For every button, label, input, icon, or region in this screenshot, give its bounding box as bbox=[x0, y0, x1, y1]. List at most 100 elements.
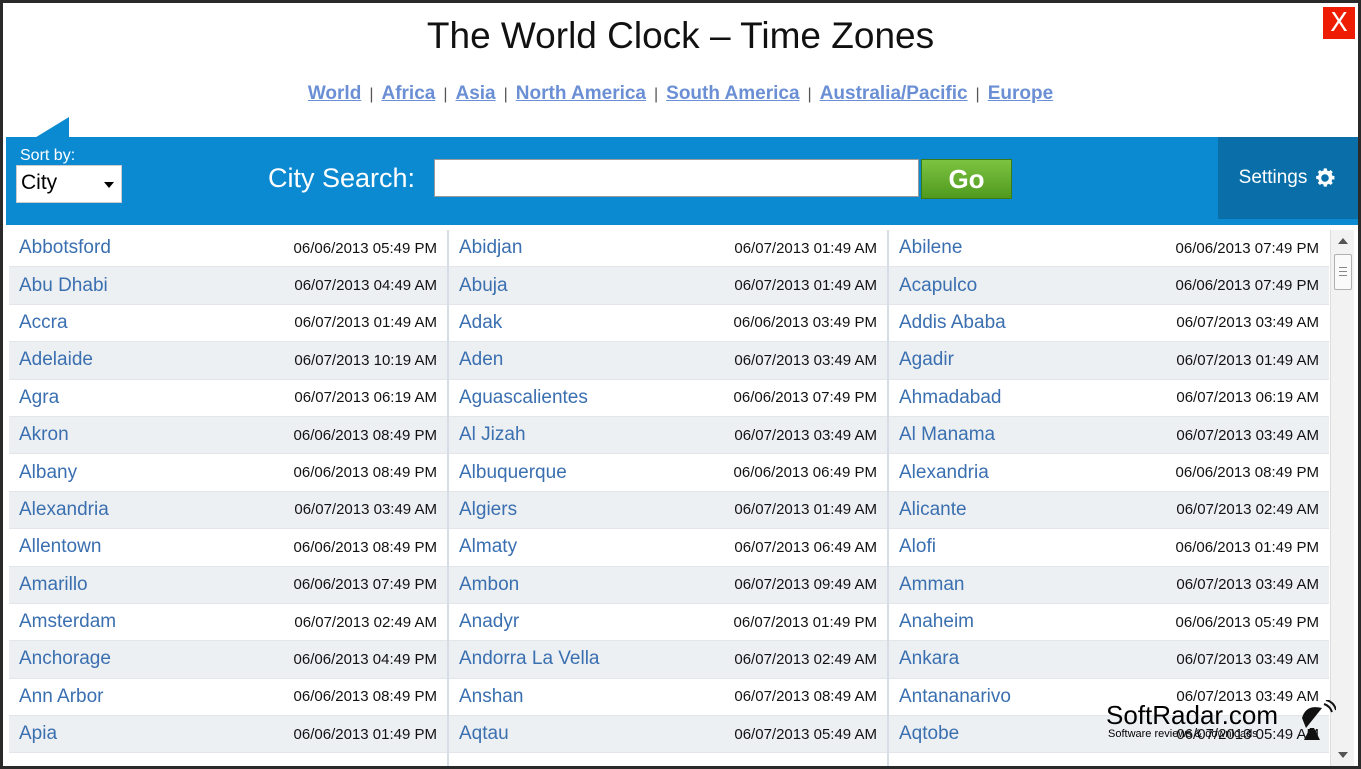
city-name[interactable]: Aqtobe bbox=[899, 723, 959, 745]
city-row[interactable]: Ahmadabad 06/07/2013 06:19 AM bbox=[889, 379, 1329, 417]
city-name[interactable]: Almaty bbox=[459, 536, 517, 558]
city-name[interactable]: Alicante bbox=[899, 499, 967, 521]
city-name[interactable]: Aden bbox=[459, 349, 503, 371]
nav-link-africa[interactable]: Africa bbox=[381, 83, 435, 104]
nav-link-asia[interactable]: Asia bbox=[455, 83, 495, 104]
city-name[interactable]: Adak bbox=[459, 312, 502, 334]
city-name[interactable]: Abu Dhabi bbox=[19, 275, 108, 297]
city-row[interactable]: Abidjan 06/07/2013 01:49 AM bbox=[449, 230, 887, 268]
city-name[interactable]: Anadyr bbox=[459, 611, 519, 633]
city-row[interactable]: Alofi 06/06/2013 01:49 PM bbox=[889, 529, 1329, 567]
city-name[interactable]: Acapulco bbox=[899, 275, 977, 297]
city-name[interactable]: Abuja bbox=[459, 275, 508, 297]
city-name[interactable]: Ambon bbox=[459, 574, 519, 596]
city-row[interactable]: Albuquerque 06/06/2013 06:49 PM bbox=[449, 454, 887, 492]
city-row[interactable]: Abilene 06/06/2013 07:49 PM bbox=[889, 230, 1329, 268]
city-row[interactable]: Adak 06/06/2013 03:49 PM bbox=[449, 304, 887, 343]
city-row[interactable]: Adelaide 06/07/2013 10:19 AM bbox=[9, 342, 447, 380]
city-row[interactable]: Aden 06/07/2013 03:49 AM bbox=[449, 342, 887, 380]
city-row[interactable]: Addis Ababa 06/07/2013 03:49 AM bbox=[889, 304, 1329, 343]
nav-link-south-america[interactable]: South America bbox=[666, 83, 799, 104]
city-row[interactable]: Ankara 06/07/2013 03:49 AM bbox=[889, 641, 1329, 679]
city-row[interactable]: Amsterdam 06/07/2013 02:49 AM bbox=[9, 603, 447, 642]
city-name[interactable]: Amarillo bbox=[19, 574, 88, 596]
city-row[interactable]: Amarillo 06/06/2013 07:49 PM bbox=[9, 566, 447, 604]
city-row[interactable]: Accra 06/07/2013 01:49 AM bbox=[9, 304, 447, 343]
nav-link-world[interactable]: World bbox=[308, 83, 361, 104]
go-button[interactable]: Go bbox=[921, 159, 1012, 199]
city-row[interactable]: Aguascalientes 06/06/2013 07:49 PM bbox=[449, 379, 887, 417]
city-name[interactable]: Albuquerque bbox=[459, 462, 567, 484]
city-name[interactable]: Amsterdam bbox=[19, 611, 116, 633]
city-row[interactable]: Akron 06/06/2013 08:49 PM bbox=[9, 416, 447, 455]
city-name[interactable]: Ahmadabad bbox=[899, 387, 1001, 409]
city-name[interactable]: Accra bbox=[19, 312, 68, 334]
city-name[interactable]: Albany bbox=[19, 462, 77, 484]
sort-select[interactable]: City bbox=[16, 165, 122, 203]
city-row[interactable]: Anchorage 06/06/2013 04:49 PM bbox=[9, 641, 447, 679]
city-name[interactable]: Alexandria bbox=[899, 462, 989, 484]
city-row[interactable]: Agra 06/07/2013 06:19 AM bbox=[9, 379, 447, 417]
city-row[interactable]: Al Jizah 06/07/2013 03:49 AM bbox=[449, 416, 887, 455]
city-name[interactable]: Allentown bbox=[19, 536, 101, 558]
city-row[interactable]: Andorra La Vella 06/07/2013 02:49 AM bbox=[449, 641, 887, 679]
city-name[interactable]: Agra bbox=[19, 387, 59, 409]
city-name[interactable]: Amman bbox=[899, 574, 964, 596]
city-row[interactable]: Anshan 06/07/2013 08:49 AM bbox=[449, 678, 887, 717]
city-name[interactable]: Apia bbox=[19, 723, 57, 745]
city-row[interactable]: Al Manama 06/07/2013 03:49 AM bbox=[889, 416, 1329, 455]
scroll-thumb[interactable] bbox=[1334, 254, 1352, 290]
city-name[interactable]: Abidjan bbox=[459, 237, 522, 259]
city-name[interactable]: Aqtau bbox=[459, 723, 509, 745]
city-name[interactable]: Anshan bbox=[459, 686, 523, 708]
city-time: 06/07/2013 03:49 AM bbox=[1176, 650, 1319, 668]
nav-link-europe[interactable]: Europe bbox=[988, 83, 1053, 104]
city-name[interactable]: Anaheim bbox=[899, 611, 974, 633]
city-row[interactable]: Anaheim 06/06/2013 05:49 PM bbox=[889, 603, 1329, 642]
city-row[interactable]: Alexandria 06/06/2013 08:49 PM bbox=[889, 454, 1329, 492]
city-time-grid: Abbotsford 06/06/2013 05:49 PM Abu Dhabi 06… bbox=[9, 230, 1329, 766]
city-name[interactable]: Adelaide bbox=[19, 349, 93, 371]
nav-link-north-america[interactable]: North America bbox=[516, 83, 646, 104]
city-name[interactable]: Alofi bbox=[899, 536, 936, 558]
city-name[interactable]: Algiers bbox=[459, 499, 517, 521]
city-row[interactable]: Apia 06/06/2013 01:49 PM bbox=[9, 716, 447, 754]
city-name[interactable]: Agadir bbox=[899, 349, 954, 371]
vertical-scrollbar[interactable] bbox=[1330, 230, 1354, 766]
city-name[interactable]: Al Jizah bbox=[459, 424, 526, 446]
city-name[interactable]: Aguascalientes bbox=[459, 387, 588, 409]
city-row[interactable]: Amman 06/07/2013 03:49 AM bbox=[889, 566, 1329, 604]
settings-button[interactable]: Settings bbox=[1218, 137, 1358, 219]
scroll-down-arrow-icon[interactable] bbox=[1338, 752, 1348, 758]
city-name[interactable]: Andorra La Vella bbox=[459, 648, 600, 670]
city-row[interactable]: Ambon 06/07/2013 09:49 AM bbox=[449, 566, 887, 604]
city-name[interactable]: Abbotsford bbox=[19, 237, 111, 259]
city-search-input[interactable] bbox=[434, 159, 919, 197]
city-row[interactable]: Agadir 06/07/2013 01:49 AM bbox=[889, 342, 1329, 380]
city-row[interactable]: Anadyr 06/07/2013 01:49 PM bbox=[449, 603, 887, 642]
city-row[interactable]: Alicante 06/07/2013 02:49 AM bbox=[889, 491, 1329, 530]
city-row[interactable]: Abuja 06/07/2013 01:49 AM bbox=[449, 267, 887, 305]
city-row[interactable]: Aqtau 06/07/2013 05:49 AM bbox=[449, 716, 887, 754]
city-name[interactable]: Addis Ababa bbox=[899, 312, 1006, 334]
city-row[interactable]: Albany 06/06/2013 08:49 PM bbox=[9, 454, 447, 492]
city-name[interactable]: Alexandria bbox=[19, 499, 109, 521]
nav-link-australia-pacific[interactable]: Australia/Pacific bbox=[820, 83, 968, 104]
city-row[interactable]: Abu Dhabi 06/07/2013 04:49 AM bbox=[9, 267, 447, 305]
city-row[interactable]: Alexandria 06/07/2013 03:49 AM bbox=[9, 491, 447, 530]
city-name[interactable]: Ankara bbox=[899, 648, 959, 670]
city-time: 06/06/2013 07:49 PM bbox=[1175, 277, 1319, 295]
scroll-up-arrow-icon[interactable] bbox=[1338, 238, 1348, 244]
city-name[interactable]: Al Manama bbox=[899, 424, 995, 446]
city-row[interactable]: Almaty 06/07/2013 06:49 AM bbox=[449, 529, 887, 567]
city-name[interactable]: Anchorage bbox=[19, 648, 111, 670]
city-row[interactable]: Ann Arbor 06/06/2013 08:49 PM bbox=[9, 678, 447, 717]
city-row[interactable]: Allentown 06/06/2013 08:49 PM bbox=[9, 529, 447, 567]
city-row[interactable]: Algiers 06/07/2013 01:49 AM bbox=[449, 491, 887, 530]
city-name[interactable]: Abilene bbox=[899, 237, 962, 259]
city-row[interactable]: Abbotsford 06/06/2013 05:49 PM bbox=[9, 230, 447, 268]
city-name[interactable]: Akron bbox=[19, 424, 69, 446]
city-row[interactable]: Acapulco 06/06/2013 07:49 PM bbox=[889, 267, 1329, 305]
city-name[interactable]: Ann Arbor bbox=[19, 686, 104, 708]
city-name[interactable]: Antananarivo bbox=[899, 686, 1011, 708]
